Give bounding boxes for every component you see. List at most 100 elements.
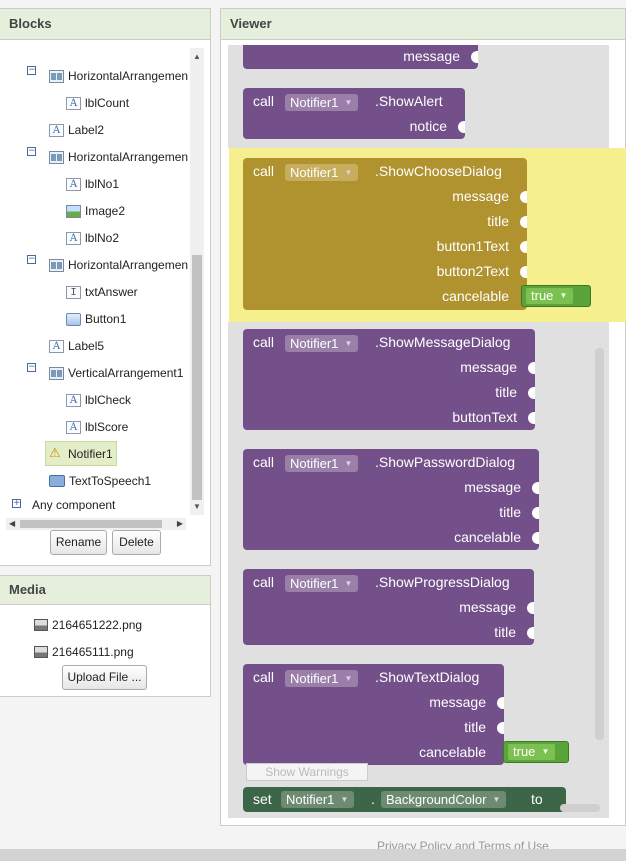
tree-item[interactable]: A Label2 <box>49 119 104 141</box>
tree-item-selected[interactable]: ⚠ Notifier1 <box>45 441 117 466</box>
boolean-block[interactable]: true ▼ <box>521 285 591 307</box>
tree-item[interactable]: AlblCheck <box>66 389 131 411</box>
image-icon <box>66 204 81 218</box>
tree-item[interactable]: AlblCount <box>66 92 129 114</box>
scroll-down-icon[interactable]: ▼ <box>193 502 201 511</box>
tree-item[interactable]: HorizontalArrangemen <box>49 254 188 276</box>
show-choose-dialog-block[interactable]: call Notifier1 ▼ .ShowChooseDialog messag… <box>243 158 527 310</box>
component-dropdown[interactable]: Notifier1 ▼ <box>285 335 359 352</box>
socket <box>458 121 465 133</box>
tree-item-label: TextToSpeech1 <box>69 474 152 488</box>
show-progress-dialog-block[interactable]: call Notifier1 ▼ .ShowProgressDialog mess… <box>243 569 534 645</box>
tree-item-label: HorizontalArrangemen <box>68 258 189 272</box>
socket <box>528 412 535 424</box>
component-name: Notifier1 <box>290 456 339 471</box>
upload-file-button[interactable]: Upload File ... <box>62 665 147 690</box>
param-label: notice <box>409 118 447 134</box>
socket <box>471 51 478 63</box>
component-name: Notifier1 <box>290 165 339 180</box>
tree-item-label: Label5 <box>68 339 105 353</box>
socket <box>497 722 504 734</box>
boolean-value: true <box>513 744 536 759</box>
boolean-dropdown[interactable]: true ▼ <box>508 744 556 760</box>
tree-item[interactable]: Button1 <box>66 308 126 330</box>
tree-item-label: HorizontalArrangemen <box>68 69 189 83</box>
tree-item[interactable]: Any component <box>32 494 115 511</box>
tree-item-label: lblCheck <box>85 393 132 407</box>
label-icon: A <box>66 96 81 110</box>
tree-item-label: Notifier1 <box>68 446 113 461</box>
media-file-name: 2164651222.png <box>52 618 143 632</box>
image-file-icon <box>34 646 48 658</box>
scroll-up-icon[interactable]: ▲ <box>193 52 201 61</box>
socket <box>497 697 504 709</box>
tree-item[interactable]: ItxtAnswer <box>66 281 138 303</box>
param-label: title <box>464 719 486 735</box>
tree-item[interactable]: HorizontalArrangemen <box>49 65 188 87</box>
tree-item-label: HorizontalArrangemen <box>68 150 189 164</box>
chevron-down-icon: ▼ <box>541 747 550 756</box>
collapse-icon[interactable]: − <box>27 66 36 75</box>
tree-vertical-scrollbar[interactable]: ▲ ▼ <box>190 48 204 515</box>
call-keyword: call <box>253 669 275 685</box>
show-text-dialog-block[interactable]: call Notifier1 ▼ .ShowTextDialog message … <box>243 664 504 765</box>
collapse-icon[interactable]: − <box>27 363 36 372</box>
scrollbar-thumb[interactable] <box>20 520 162 528</box>
socket <box>520 266 527 278</box>
show-message-dialog-block[interactable]: call Notifier1 ▼ .ShowMessageDialog messa… <box>243 329 535 430</box>
tree-item[interactable]: AlblNo1 <box>66 173 119 195</box>
set-property-block[interactable]: set Notifier1 ▼ . BackgroundColor ▼ to <box>243 787 566 812</box>
workspace-horizontal-scrollbar[interactable] <box>560 804 600 812</box>
scroll-right-icon[interactable]: ▶ <box>177 518 183 530</box>
property-dropdown[interactable]: BackgroundColor ▼ <box>381 791 507 808</box>
show-warnings-button[interactable]: Show Warnings <box>246 763 368 781</box>
chevron-down-icon: ▼ <box>344 98 353 107</box>
component-dropdown[interactable]: Notifier1 ▼ <box>285 455 359 472</box>
partial-block[interactable]: message <box>243 45 478 69</box>
tree-item[interactable]: TextToSpeech1 <box>49 470 151 492</box>
component-dropdown[interactable]: Notifier1 ▼ <box>285 94 359 111</box>
tree-item[interactable]: Image2 <box>66 200 125 222</box>
component-tree: − HorizontalArrangemen AlblCount A Label2… <box>0 48 190 511</box>
socket <box>532 507 539 519</box>
tree-item[interactable]: AlblNo2 <box>66 227 119 249</box>
method-name: .ShowAlert <box>375 93 443 109</box>
tree-item[interactable]: HorizontalArrangemen <box>49 146 188 168</box>
param-label: cancelable <box>454 529 521 545</box>
component-dropdown[interactable]: Notifier1 ▼ <box>285 670 359 687</box>
media-file[interactable]: 2164651222.png <box>34 618 142 632</box>
component-dropdown[interactable]: Notifier1 ▼ <box>285 575 359 592</box>
delete-button[interactable]: Delete <box>112 530 161 555</box>
collapse-icon[interactable]: − <box>27 255 36 264</box>
method-name: .ShowChooseDialog <box>375 163 502 179</box>
param-label: message <box>459 599 516 615</box>
media-file[interactable]: 216465111.png <box>34 645 134 659</box>
tree-item[interactable]: AlblScore <box>66 416 128 438</box>
arrangement-icon <box>49 366 64 380</box>
boolean-block[interactable]: true ▼ <box>503 741 569 763</box>
param-label: cancelable <box>442 288 509 304</box>
boolean-value: true <box>531 288 554 303</box>
component-name: Notifier1 <box>290 671 339 686</box>
scroll-left-icon[interactable]: ◀ <box>9 518 15 530</box>
scrollbar-thumb[interactable] <box>192 255 202 500</box>
collapse-icon[interactable]: − <box>27 147 36 156</box>
rename-button[interactable]: Rename <box>50 530 107 555</box>
tree-item[interactable]: A Label5 <box>49 335 104 357</box>
workspace-vertical-scrollbar[interactable] <box>595 348 604 740</box>
show-password-dialog-block[interactable]: call Notifier1 ▼ .ShowPasswordDialog mess… <box>243 449 539 550</box>
tree-horizontal-scrollbar[interactable]: ◀ ▶ <box>6 518 186 530</box>
expand-icon[interactable]: + <box>12 499 21 508</box>
tree-item[interactable]: VerticalArrangement1 <box>49 362 183 384</box>
component-name: Notifier1 <box>286 792 335 807</box>
boolean-dropdown[interactable]: true ▼ <box>526 288 574 304</box>
textbox-icon: I <box>66 285 81 299</box>
component-dropdown[interactable]: Notifier1 ▼ <box>285 164 359 181</box>
button-icon <box>66 312 81 326</box>
tree-item-label: Label2 <box>68 123 105 137</box>
component-dropdown[interactable]: Notifier1 ▼ <box>281 791 355 808</box>
show-alert-block[interactable]: call Notifier1 ▼ .ShowAlert notice <box>243 88 465 139</box>
bottom-scrollbar[interactable] <box>0 849 626 861</box>
chevron-down-icon: ▼ <box>344 579 353 588</box>
method-name: .ShowPasswordDialog <box>375 454 516 470</box>
